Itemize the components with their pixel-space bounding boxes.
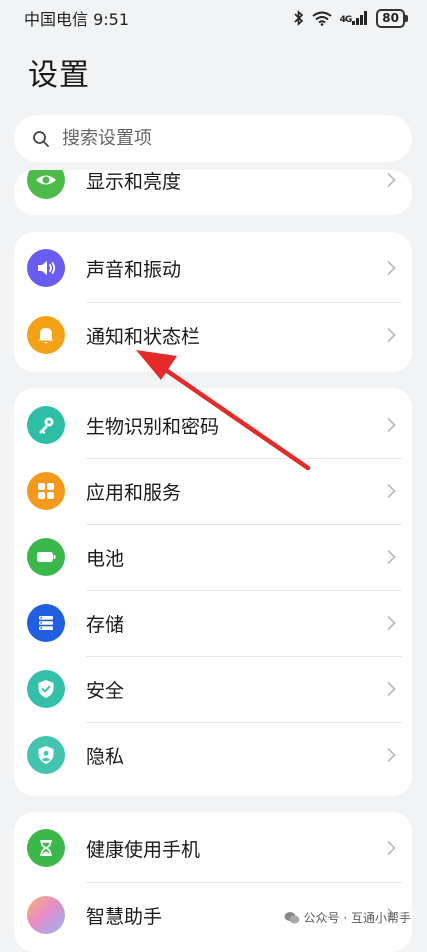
watermark: 公众号 · 互通小帮手 — [284, 909, 411, 926]
settings-item-apps[interactable]: 应用和服务 — [14, 458, 412, 524]
settings-item-display[interactable]: 显示和亮度 — [14, 170, 412, 213]
settings-item-label: 应用和服务 — [86, 481, 182, 504]
settings-card-display: 显示和亮度 — [14, 170, 412, 215]
wechat-icon — [284, 911, 299, 923]
storage-icon — [27, 604, 65, 642]
settings-item-digital-balance[interactable]: 健康使用手机 — [14, 815, 412, 881]
settings-item-label: 生物识别和密码 — [86, 415, 220, 438]
page-title: 设置 — [28, 58, 90, 93]
chevron-right-icon — [387, 261, 396, 275]
hourglass-icon — [27, 829, 65, 867]
chevron-right-icon — [387, 748, 396, 762]
chevron-right-icon — [387, 682, 396, 696]
settings-card-sound-notify: 声音和振动 通知和状态栏 — [14, 232, 412, 372]
settings-item-label: 显示和亮度 — [86, 170, 182, 193]
apps-grid-icon — [27, 472, 65, 510]
settings-card-system: 生物识别和密码 应用和服务 电池 存储 安全 隐私 — [14, 388, 412, 796]
settings-card-wellbeing: 健康使用手机 智慧助手 — [14, 812, 412, 952]
wifi-icon — [312, 11, 332, 26]
settings-item-security[interactable]: 安全 — [14, 656, 412, 722]
settings-item-label: 智慧助手 — [86, 905, 163, 928]
status-icons: 4G 80 — [294, 8, 408, 28]
settings-item-label: 声音和振动 — [86, 258, 182, 281]
assistant-orb-icon — [27, 896, 65, 934]
settings-item-label: 隐私 — [86, 745, 125, 768]
settings-item-label: 电池 — [86, 547, 125, 570]
settings-item-storage[interactable]: 存储 — [14, 590, 412, 656]
cellular-signal-icon: 4G — [340, 11, 369, 25]
key-icon — [27, 406, 65, 444]
chevron-right-icon — [387, 616, 396, 630]
status-bar: 中国电信 9:51 4G 80 — [0, 0, 427, 36]
chevron-right-icon — [387, 328, 396, 342]
carrier-time: 中国电信 9:51 — [24, 10, 130, 29]
settings-item-notifications[interactable]: 通知和状态栏 — [14, 302, 412, 368]
settings-item-privacy[interactable]: 隐私 — [14, 722, 412, 788]
settings-item-sound[interactable]: 声音和振动 — [14, 235, 412, 301]
eye-icon — [27, 170, 65, 199]
bell-icon — [27, 316, 65, 354]
shield-check-icon — [27, 670, 65, 708]
search-bar[interactable] — [14, 115, 412, 162]
chevron-right-icon — [387, 173, 396, 187]
battery-icon — [27, 538, 65, 576]
chevron-right-icon — [387, 484, 396, 498]
network-type-label: 4G — [339, 15, 353, 25]
settings-item-label: 健康使用手机 — [86, 838, 201, 861]
privacy-shield-icon — [27, 736, 65, 774]
settings-item-label: 通知和状态栏 — [86, 325, 201, 348]
chevron-right-icon — [387, 550, 396, 564]
bluetooth-icon — [294, 10, 303, 26]
watermark-text: 公众号 · 互通小帮手 — [303, 911, 411, 925]
settings-item-biometrics[interactable]: 生物识别和密码 — [14, 392, 412, 458]
settings-item-label: 安全 — [86, 679, 125, 702]
search-input[interactable] — [60, 127, 364, 150]
chevron-right-icon — [387, 841, 396, 855]
chevron-right-icon — [387, 418, 396, 432]
settings-item-label: 存储 — [86, 613, 125, 636]
battery-indicator: 80 — [376, 8, 408, 28]
speaker-icon — [27, 249, 65, 287]
settings-item-battery[interactable]: 电池 — [14, 524, 412, 590]
search-icon — [33, 130, 49, 147]
